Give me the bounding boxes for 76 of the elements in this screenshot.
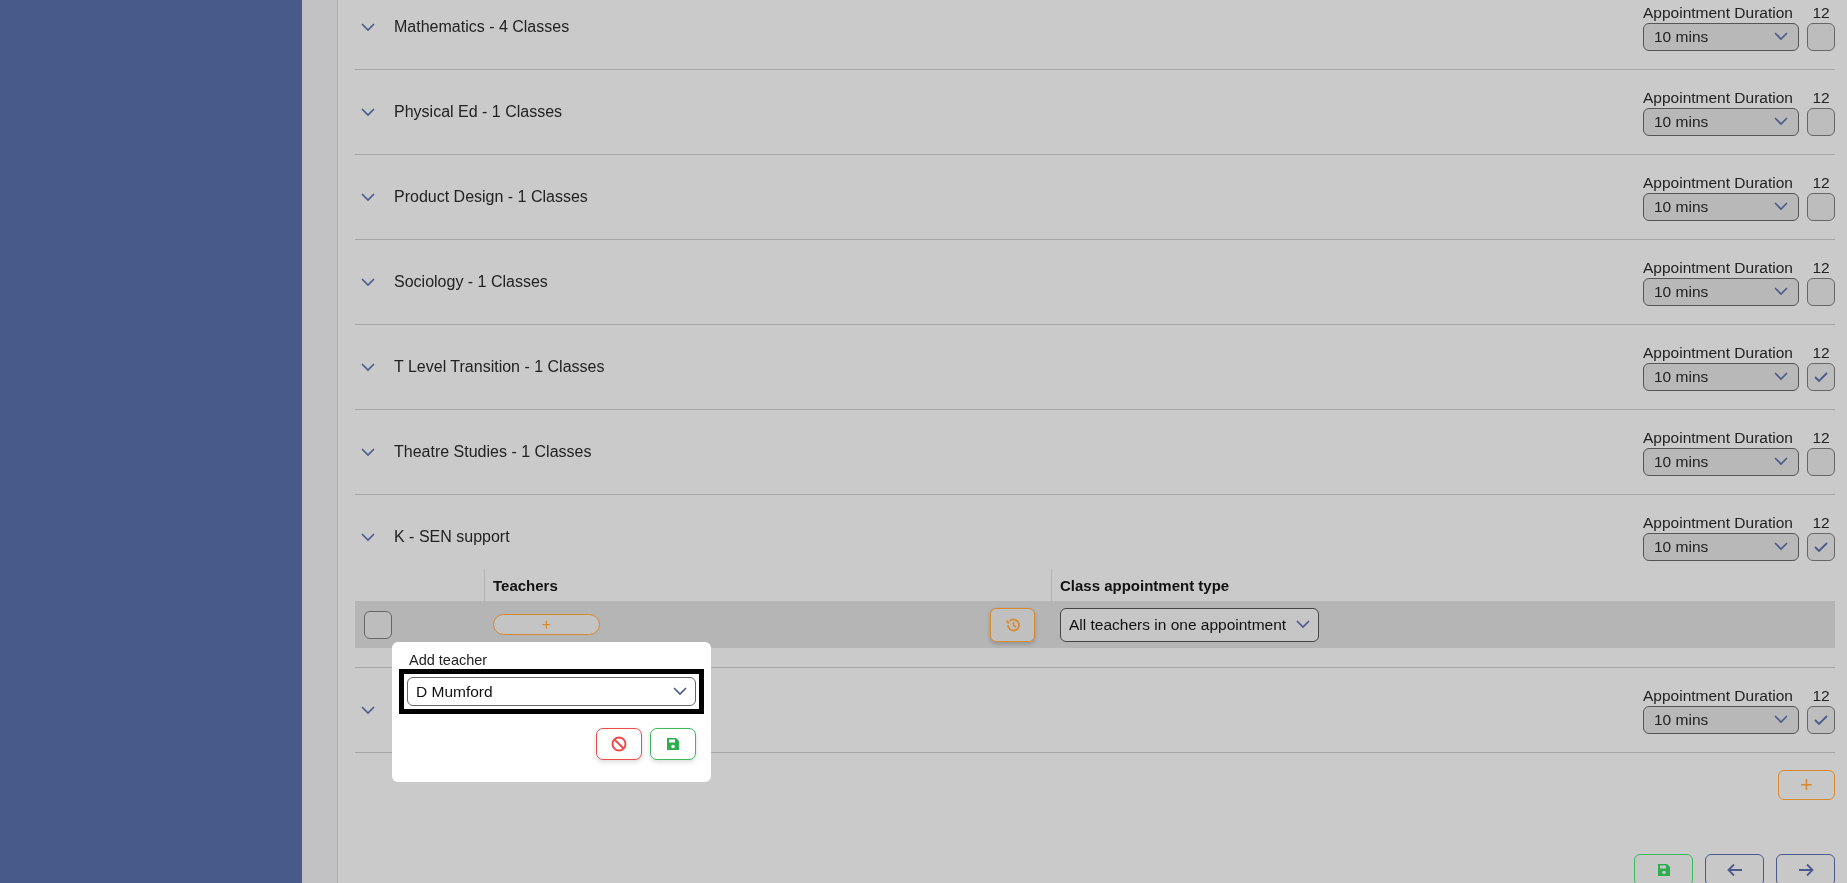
checkbox[interactable] — [1807, 705, 1835, 734]
check-icon — [1813, 540, 1829, 553]
count-label: 12 — [1811, 343, 1831, 362]
chevron-down-icon — [1774, 117, 1788, 126]
subject-title: Mathematics - 4 Classes — [394, 18, 570, 35]
count-label: 12 — [1811, 686, 1831, 705]
checkbox[interactable] — [1807, 192, 1835, 221]
chevron-down-icon[interactable] — [361, 277, 375, 287]
subject-title: K - SEN support — [394, 528, 510, 545]
chevron-down-icon[interactable] — [361, 532, 375, 542]
duration-label: Appointment Duration — [1643, 258, 1794, 277]
arrow-right-icon — [1797, 863, 1814, 877]
duration-label: Appointment Duration — [1643, 88, 1794, 107]
checkbox[interactable] — [1807, 447, 1835, 476]
checkbox[interactable] — [1807, 107, 1835, 136]
count-label: 12 — [1811, 258, 1831, 277]
duration-select[interactable]: 10 mins — [1643, 107, 1799, 136]
duration-select[interactable]: 10 mins — [1643, 277, 1799, 306]
arrow-left-icon — [1726, 863, 1743, 877]
subject-title: Sociology - 1 Classes — [394, 273, 548, 290]
chevron-down-icon — [1774, 372, 1788, 381]
duration-label: Appointment Duration — [1643, 343, 1794, 362]
checkbox[interactable] — [364, 610, 392, 639]
back-button[interactable] — [1705, 854, 1764, 883]
subject-title: Physical Ed - 1 Classes — [394, 103, 563, 120]
duration-select[interactable]: 10 mins — [1643, 447, 1799, 476]
chevron-down-icon[interactable] — [361, 447, 375, 457]
count-label: 12 — [1811, 513, 1831, 532]
checkbox[interactable] — [1807, 22, 1835, 51]
chevron-down-icon — [1774, 287, 1788, 296]
checkbox[interactable] — [1807, 277, 1835, 306]
duration-label: Appointment Duration — [1643, 513, 1794, 532]
save-button[interactable] — [650, 728, 696, 760]
chevron-down-icon — [1774, 32, 1788, 41]
save-icon — [666, 737, 680, 751]
duration-label: Appointment Duration — [1643, 686, 1794, 705]
chevron-down-icon[interactable] — [361, 22, 375, 32]
duration-select[interactable]: 10 mins — [1643, 22, 1799, 51]
chevron-down-icon — [1296, 620, 1311, 629]
column-header: Teachers — [493, 576, 558, 594]
duration-select[interactable]: 10 mins — [1643, 362, 1799, 391]
duration-label: Appointment Duration — [1643, 3, 1794, 22]
chevron-down-icon — [1774, 202, 1788, 211]
duration-select[interactable]: 10 mins — [1643, 192, 1799, 221]
chevron-down-icon — [1774, 542, 1788, 551]
count-label: 12 — [1811, 3, 1831, 22]
duration-select[interactable]: 10 mins — [1643, 532, 1799, 561]
subject-title: T Level Transition - 1 Classes — [394, 358, 605, 375]
appointment-type-select[interactable]: All teachers in one appointment — [1060, 607, 1320, 642]
duration-select[interactable]: 10 mins — [1643, 705, 1799, 734]
next-button[interactable] — [1776, 854, 1835, 883]
teacher-select[interactable]: D Mumford — [407, 677, 696, 706]
chevron-down-icon — [673, 687, 687, 696]
count-label: 12 — [1811, 173, 1831, 192]
check-icon — [1813, 370, 1829, 383]
cancel-button[interactable] — [596, 728, 642, 760]
count-label: 12 — [1811, 88, 1831, 107]
subject-title: Product Design - 1 Classes — [394, 188, 588, 205]
save-icon — [1656, 863, 1671, 877]
chevron-down-icon — [1774, 715, 1788, 724]
count-label: 12 — [1811, 428, 1831, 447]
subject-title: Theatre Studies - 1 Classes — [394, 443, 592, 460]
chevron-down-icon[interactable] — [361, 705, 375, 715]
cancel-icon — [611, 736, 627, 752]
column-header: Class appointment type — [1060, 576, 1230, 594]
field-label: Add teacher — [409, 653, 489, 668]
checkbox[interactable] — [1807, 532, 1835, 561]
chevron-down-icon[interactable] — [361, 107, 375, 117]
history-icon — [1004, 616, 1021, 633]
check-icon — [1813, 713, 1829, 726]
chevron-down-icon — [1774, 457, 1788, 466]
duration-label: Appointment Duration — [1643, 428, 1794, 447]
chevron-down-icon[interactable] — [361, 192, 375, 202]
chevron-down-icon[interactable] — [361, 362, 375, 372]
duration-label: Appointment Duration — [1643, 173, 1794, 192]
checkbox[interactable] — [1807, 362, 1835, 391]
